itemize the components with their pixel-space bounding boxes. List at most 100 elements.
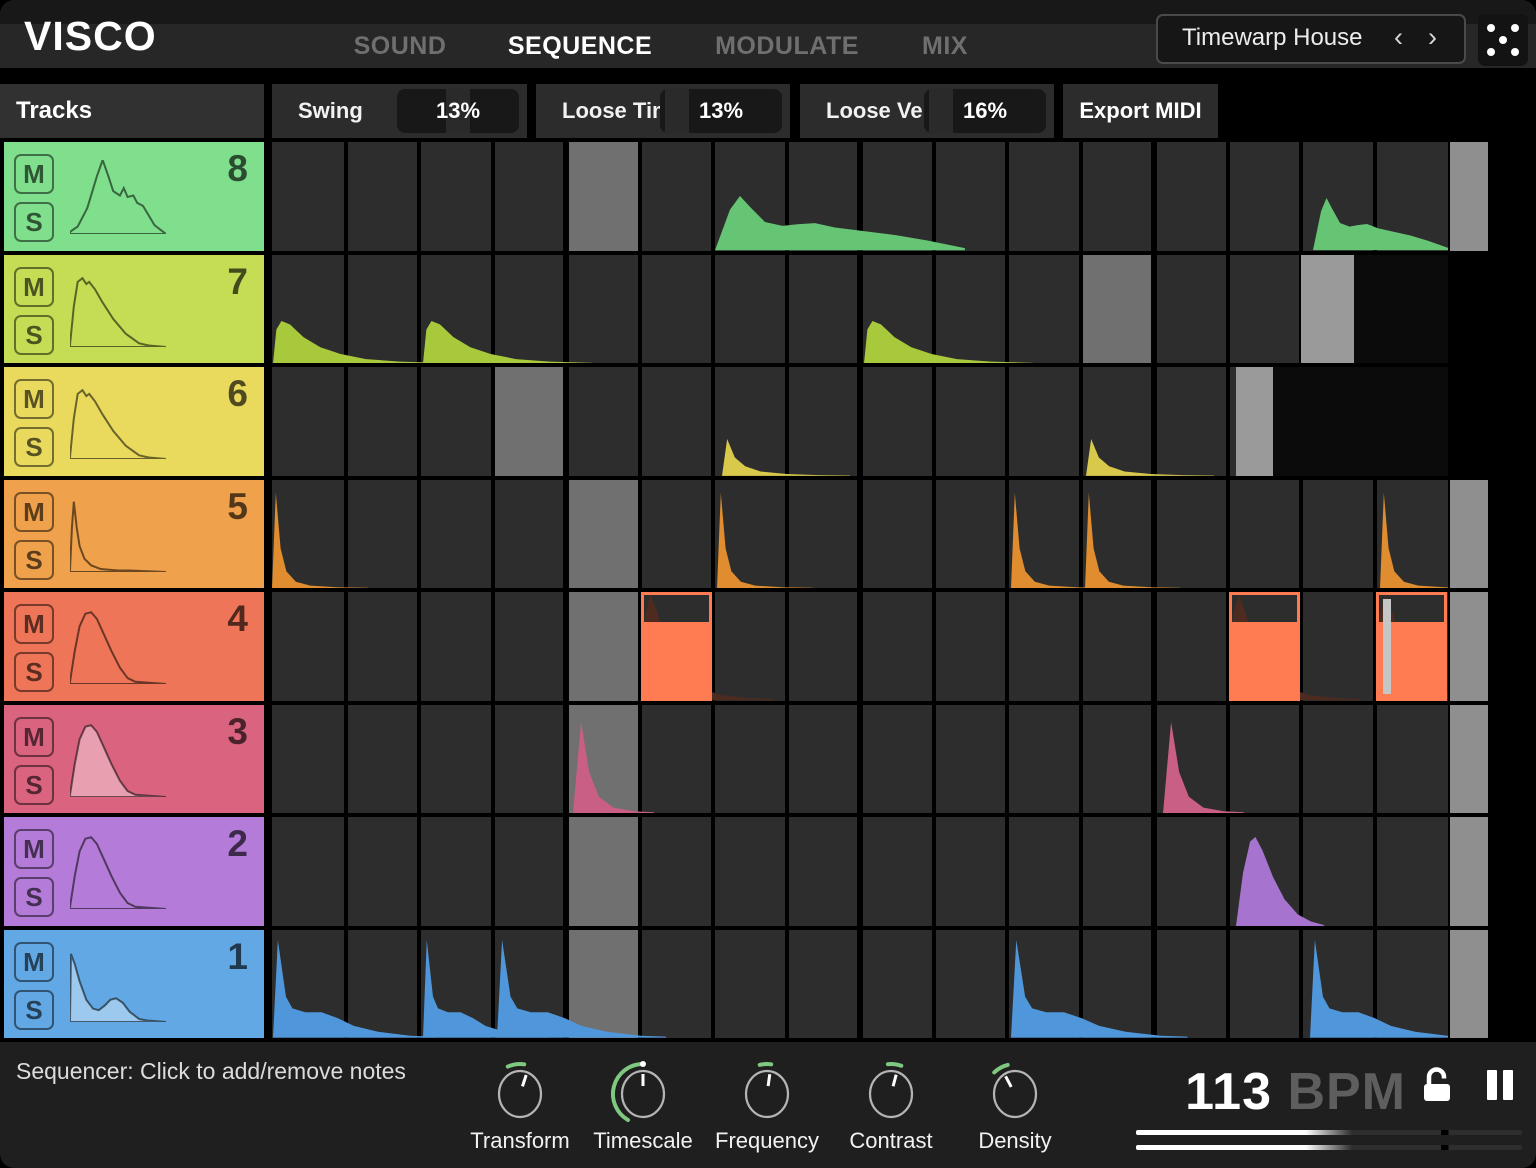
step-cell-r2-c11[interactable]: [1009, 817, 1079, 926]
solo-button[interactable]: S: [14, 652, 54, 692]
step-cell-r3-c11[interactable]: [1009, 705, 1079, 814]
step-cell-r2-c13[interactable]: [1157, 817, 1226, 926]
step-cell-r6-c1[interactable]: [272, 367, 344, 476]
step-cell-r5-c5[interactable]: [569, 480, 638, 589]
preset-prev-icon[interactable]: ‹: [1394, 22, 1403, 53]
solo-button[interactable]: S: [14, 202, 54, 242]
tab-modulate[interactable]: MODULATE: [715, 25, 859, 67]
step-cell-r3-c16[interactable]: [1377, 705, 1449, 814]
knob-timescale[interactable]: [611, 1054, 675, 1129]
step-zone[interactable]: [272, 367, 1448, 476]
step-cell-r6-c3[interactable]: [421, 367, 491, 476]
step-cell-r2-c3[interactable]: [421, 817, 491, 926]
step-cell-r8-c13[interactable]: [1157, 142, 1226, 251]
step-cell-r4-c10[interactable]: [936, 592, 1006, 701]
step-cell-r7-c14[interactable]: [1230, 255, 1300, 364]
knob-frequency[interactable]: [735, 1054, 799, 1129]
step-cell-r1-c9[interactable]: [863, 930, 932, 1039]
tab-sound[interactable]: SOUND: [354, 25, 447, 67]
track-header-4[interactable]: MS4: [4, 592, 264, 701]
step-cell-r6-c9[interactable]: [863, 367, 932, 476]
step-cell-r8-c11[interactable]: [1009, 142, 1079, 251]
step-zone[interactable]: [272, 930, 1448, 1039]
step-cell-r2-c16[interactable]: [1377, 817, 1449, 926]
step-cell-r4-c4[interactable]: [495, 592, 564, 701]
step-cell-r4-c2[interactable]: [348, 592, 418, 701]
step-cell-r6-c5[interactable]: [569, 367, 638, 476]
knob-density[interactable]: [983, 1054, 1047, 1129]
step-cell-r2-c6[interactable]: [642, 817, 712, 926]
step-cell-r6-c10[interactable]: [936, 367, 1006, 476]
track-header-1[interactable]: MS1: [4, 930, 264, 1039]
step-zone[interactable]: [272, 817, 1448, 926]
param-value-box[interactable]: 13%: [397, 89, 519, 133]
bpm-display[interactable]: 113 BPM: [1130, 1062, 1406, 1122]
solo-button[interactable]: S: [14, 427, 54, 467]
step-cell-r2-c8[interactable]: [789, 817, 858, 926]
step-cell-r7-c6[interactable]: [642, 255, 712, 364]
track-header-2[interactable]: MS2: [4, 817, 264, 926]
step-cell-r3-c7[interactable]: [715, 705, 785, 814]
step-cell-r6-c4[interactable]: [495, 367, 564, 476]
step-cell-r2-c1[interactable]: [272, 817, 344, 926]
track-header-3[interactable]: MS3: [4, 705, 264, 814]
bpm-value[interactable]: 113: [1185, 1063, 1272, 1121]
step-cell-r2-c9[interactable]: [863, 817, 932, 926]
step-cell-r3-c4[interactable]: [495, 705, 564, 814]
step-cell-r3-c10[interactable]: [936, 705, 1006, 814]
pause-icon[interactable]: [1487, 1070, 1497, 1100]
step-cell-r4-c13[interactable]: [1157, 592, 1226, 701]
solo-button[interactable]: S: [14, 990, 54, 1030]
pause-icon[interactable]: [1503, 1070, 1513, 1100]
step-cell-r6-c11[interactable]: [1009, 367, 1079, 476]
step-cell-r4-c3[interactable]: [421, 592, 491, 701]
step-cell-r4-c9[interactable]: [863, 592, 932, 701]
randomize-dice-icon[interactable]: [1478, 14, 1528, 66]
mute-button[interactable]: M: [14, 604, 54, 644]
step-zone[interactable]: [272, 142, 1448, 251]
step-cell-r5-c4[interactable]: [495, 480, 564, 589]
export-midi-button[interactable]: Export MIDI: [1063, 84, 1218, 138]
knob-contrast[interactable]: [859, 1054, 923, 1129]
step-cell-r7-c7[interactable]: [715, 255, 785, 364]
step-cell-r8-c3[interactable]: [421, 142, 491, 251]
step-cell-r4-c12[interactable]: [1083, 592, 1152, 701]
step-cell-r3-c2[interactable]: [348, 705, 418, 814]
param-swing[interactable]: Swing13%: [272, 84, 527, 138]
track-header-6[interactable]: MS6: [4, 367, 264, 476]
step-zone[interactable]: [272, 480, 1448, 589]
param-value-box[interactable]: 13%: [660, 89, 782, 133]
step-cell-r3-c8[interactable]: [789, 705, 858, 814]
track-header-7[interactable]: MS7: [4, 255, 264, 364]
step-cell-r6-c2[interactable]: [348, 367, 418, 476]
selected-step-cell[interactable]: [1376, 592, 1448, 701]
step-cell-r8-c1[interactable]: [272, 142, 344, 251]
step-cell-r5-c3[interactable]: [421, 480, 491, 589]
step-cell-r3-c12[interactable]: [1083, 705, 1152, 814]
step-zone[interactable]: [272, 255, 1448, 364]
step-cell-r3-c15[interactable]: [1303, 705, 1373, 814]
step-cell-r8-c4[interactable]: [495, 142, 564, 251]
step-cell-r1-c10[interactable]: [936, 930, 1006, 1039]
param-loose-time[interactable]: Loose Time13%: [536, 84, 790, 138]
step-cell-r8-c6[interactable]: [642, 142, 712, 251]
step-cell-r5-c6[interactable]: [642, 480, 712, 589]
step-cell-r7-c13[interactable]: [1157, 255, 1226, 364]
mute-button[interactable]: M: [14, 492, 54, 532]
unlock-icon[interactable]: [1420, 1066, 1454, 1106]
step-cell-r7-c8[interactable]: [789, 255, 858, 364]
selected-step-cell[interactable]: [1229, 592, 1301, 701]
step-cell-r2-c12[interactable]: [1083, 817, 1152, 926]
mute-button[interactable]: M: [14, 829, 54, 869]
mute-button[interactable]: M: [14, 942, 54, 982]
step-cell-r4-c5[interactable]: [569, 592, 638, 701]
tab-mix[interactable]: MIX: [922, 25, 968, 67]
solo-button[interactable]: S: [14, 877, 54, 917]
tab-sequence[interactable]: SEQUENCE: [508, 25, 652, 67]
knob-transform[interactable]: [488, 1054, 552, 1129]
step-cell-r2-c7[interactable]: [715, 817, 785, 926]
step-cell-r1-c8[interactable]: [789, 930, 858, 1039]
track-header-8[interactable]: MS8: [4, 142, 264, 251]
step-zone[interactable]: [272, 705, 1448, 814]
param-value-box[interactable]: 16%: [924, 89, 1046, 133]
